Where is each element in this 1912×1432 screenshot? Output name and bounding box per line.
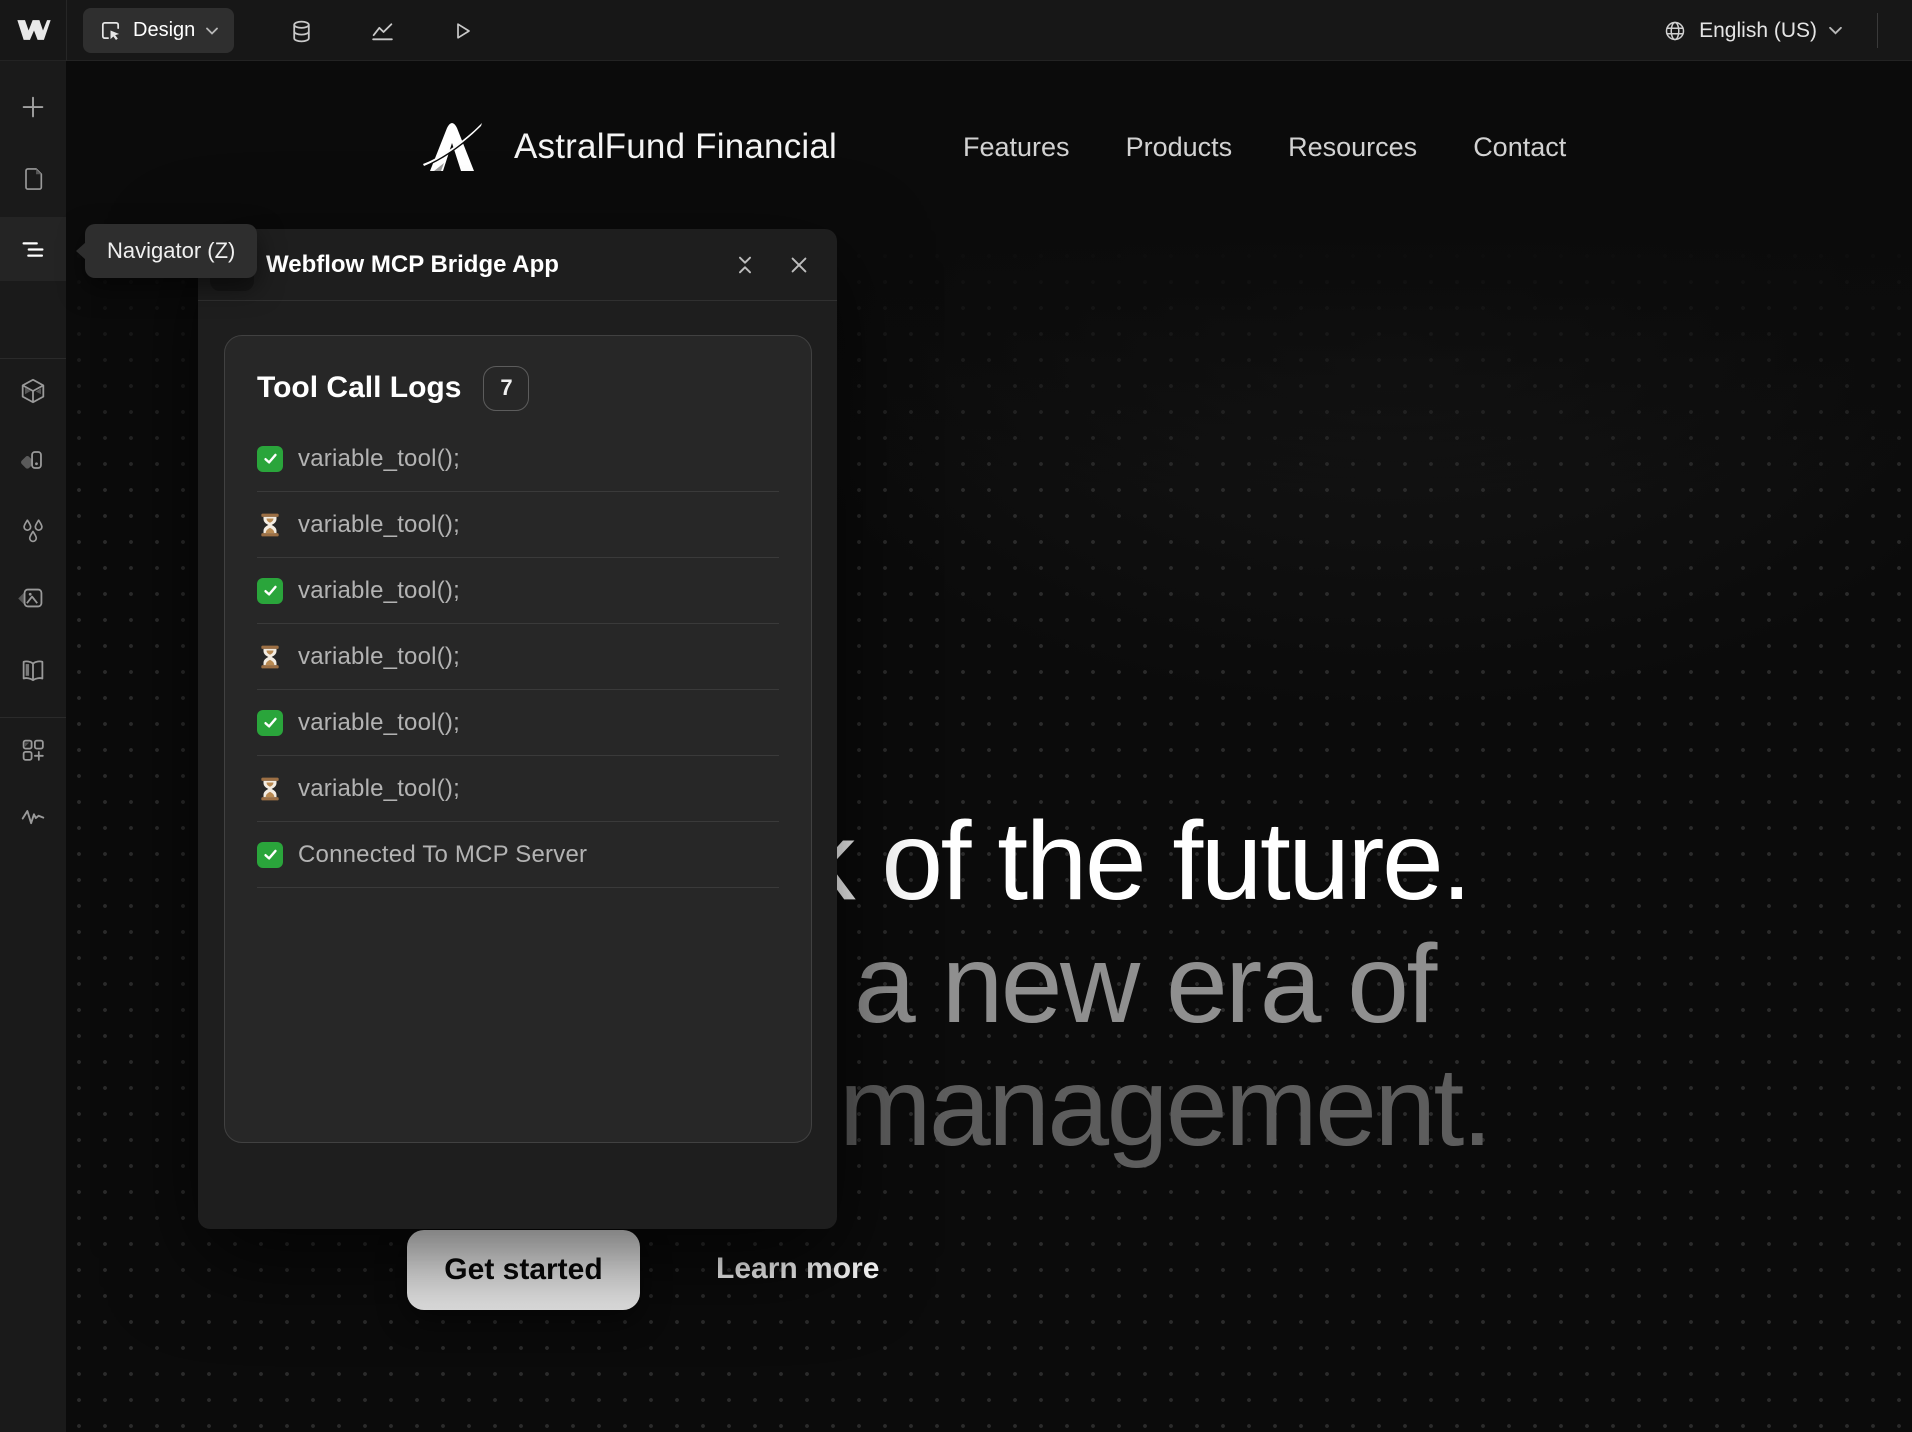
close-button[interactable] [779,245,819,285]
site-brand-name: AstralFund Financial [514,127,837,167]
cms-book-button[interactable] [11,649,55,693]
navigator-tooltip: Navigator (Z) [85,224,257,278]
sidebar-divider [0,717,66,718]
status-success-icon [257,710,283,736]
astralfund-logo-icon [420,115,484,179]
log-label: variable_tool(); [298,775,460,803]
nav-link-features[interactable]: Features [963,132,1070,163]
collapse-icon [734,254,756,276]
card-title: Tool Call Logs [257,371,461,405]
tool-call-logs-card: Tool Call Logs 7 variable_tool();variabl… [224,335,812,1143]
design-mode-dropdown[interactable]: Design [83,8,234,53]
site-nav: Features Products Resources Contact [963,132,1566,163]
status-success-icon [257,446,283,472]
droplets-icon [18,516,48,546]
sidebar-divider [0,358,66,359]
webflow-logo-icon[interactable] [12,10,56,50]
preview-button[interactable] [442,11,482,51]
open-book-icon [18,656,48,686]
site-header: AstralFund Financial Features Products Res… [66,61,1912,241]
status-success-icon [257,578,283,604]
activity-wave-icon [18,804,48,834]
log-row: variable_tool(); [257,492,779,558]
left-toolbar [0,61,66,1432]
close-icon [788,254,810,276]
variables-button[interactable] [11,509,55,553]
toolbar-right-divider [1877,13,1878,48]
apps-button[interactable] [11,728,55,772]
log-row: variable_tool(); [257,690,779,756]
log-label: variable_tool(); [298,445,460,473]
learn-more-button[interactable]: Learn more [716,1252,879,1286]
cms-database-button[interactable] [281,11,321,51]
log-label: variable_tool(); [298,577,460,605]
status-pending-icon [257,512,283,538]
audit-button[interactable] [11,797,55,841]
modal-header[interactable]: Webflow MCP Bridge App [198,229,837,301]
log-label: variable_tool(); [298,709,460,737]
chevron-down-icon [1829,26,1842,35]
selector-icon [99,19,122,42]
mcp-bridge-modal: Webflow MCP Bridge App Tool Call Logs 7 … [198,229,837,1229]
apps-icon [18,735,48,765]
pages-button[interactable] [11,157,55,201]
modal-title: Webflow MCP Bridge App [266,251,559,279]
design-mode-label: Design [133,19,195,42]
log-label: variable_tool(); [298,511,460,539]
webflow-designer: AstralFund Financial Features Products Res… [0,0,1912,1432]
nav-link-products[interactable]: Products [1126,132,1233,163]
nav-link-contact[interactable]: Contact [1473,132,1566,163]
line-chart-icon [370,19,395,44]
status-pending-icon [257,776,283,802]
language-selector[interactable]: English (US) [1663,0,1842,61]
swatches-icon [18,445,48,475]
navigator-icon [18,234,48,264]
image-icon [18,583,48,613]
log-label: variable_tool(); [298,643,460,671]
add-element-button[interactable] [11,85,55,129]
language-label: English (US) [1699,19,1817,43]
top-toolbar: Design E [0,0,1912,61]
log-row: variable_tool(); [257,558,779,624]
cube-icon [18,376,48,406]
toolbar-divider [66,0,67,61]
log-list: variable_tool(); variable_tool(); variable… [257,426,779,888]
assets-button[interactable] [11,576,55,620]
status-pending-icon [257,644,283,670]
navigator-button[interactable] [11,227,55,271]
analytics-button[interactable] [362,11,402,51]
log-row: Connected To MCP Server [257,822,779,888]
hero-line-1: k of the future. [800,806,1470,917]
nav-link-resources[interactable]: Resources [1288,132,1417,163]
hero-line-2: a new era of [854,929,1435,1040]
database-icon [289,19,314,44]
collapse-button[interactable] [725,245,765,285]
log-row: variable_tool(); [257,756,779,822]
chevron-down-icon [206,27,218,35]
page-icon [19,165,47,193]
style-panel-button[interactable] [11,438,55,482]
log-row: variable_tool(); [257,426,779,492]
get-started-button[interactable]: Get started [407,1230,640,1310]
globe-icon [1663,19,1687,43]
log-row: variable_tool(); [257,624,779,690]
hero-line-3: management. [839,1052,1490,1163]
log-label: Connected To MCP Server [298,841,587,869]
play-icon [450,19,474,43]
status-success-icon [257,842,283,868]
components-button[interactable] [11,369,55,413]
log-count-badge: 7 [483,366,529,411]
plus-icon [18,92,48,122]
